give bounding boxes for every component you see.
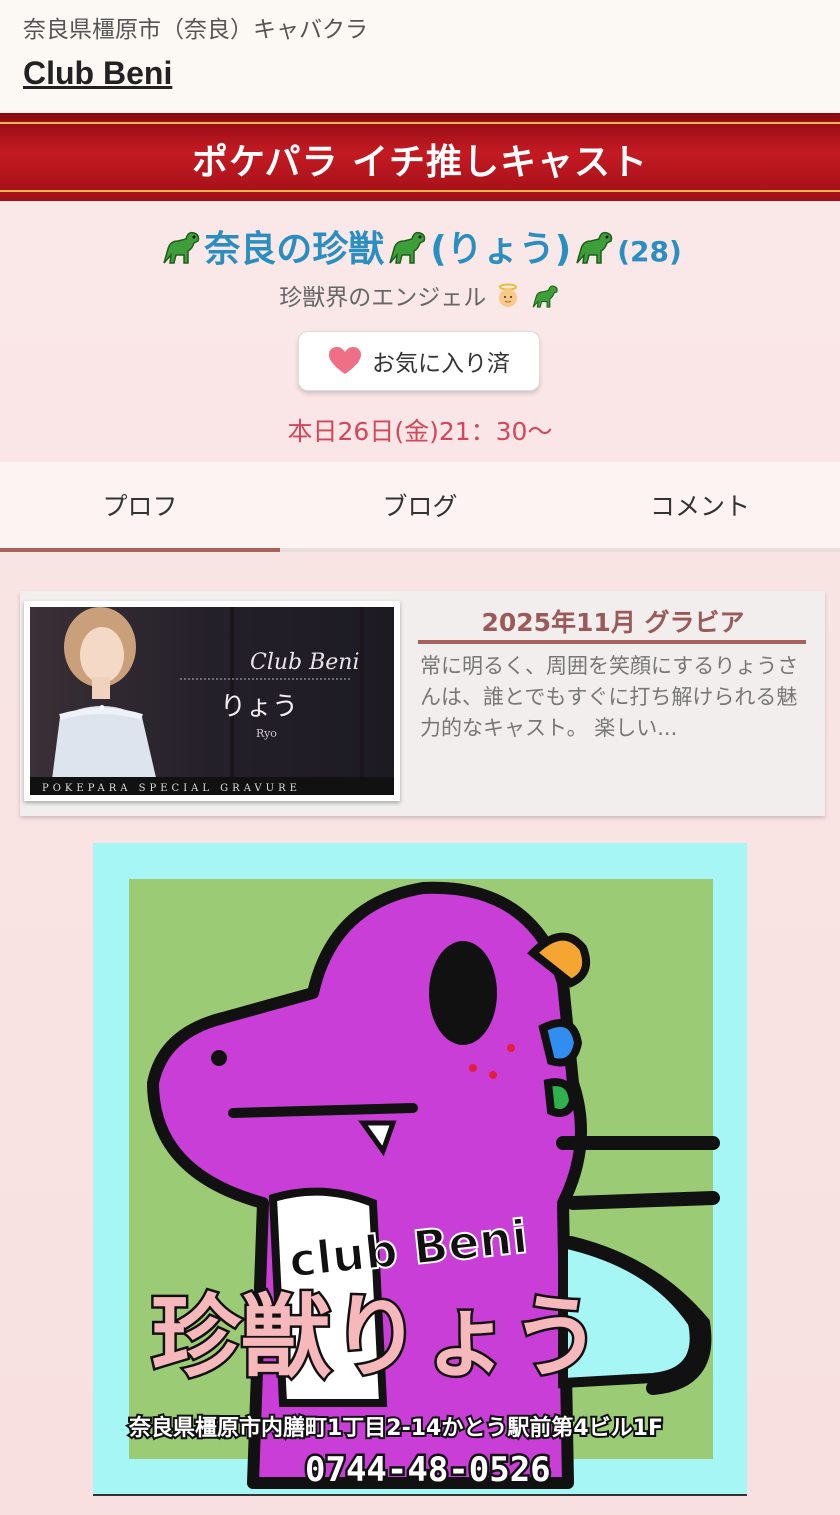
photo-club-text: Club Beni bbox=[250, 650, 360, 675]
cast-reading: (りょう) bbox=[430, 229, 572, 270]
area-label: 奈良県橿原市（奈良）キャバクラ bbox=[23, 17, 368, 43]
poster-name-text: 珍獣りょう bbox=[151, 1285, 601, 1390]
gravure-photo-image: Club Beni りょう Ryo POKEPARA SPECIAL GRAVU… bbox=[30, 607, 394, 795]
site-header: 奈良県橿原市（奈良）キャバクラ Club Beni bbox=[0, 0, 840, 113]
profile-tabs: プロフ ブログ コメント bbox=[0, 462, 840, 552]
angel-icon bbox=[494, 282, 522, 316]
cast-poster-image: club Beni 珍獣りょう 奈良県橿原市内膳町1丁目2-14かとう駅前第4ビ… bbox=[93, 843, 747, 1495]
tab-comment[interactable]: コメント bbox=[560, 462, 840, 548]
poster-bottom-border bbox=[93, 1494, 747, 1496]
gravure-description: 常に明るく、周囲を笑顔にするりょうさんは、誰とでもすぐに打ち解けられる魅力的なキ… bbox=[420, 654, 799, 740]
gravure-title-rule bbox=[418, 640, 806, 644]
banner-gold-line-bottom bbox=[0, 190, 840, 192]
banner-gold-line-top bbox=[0, 122, 840, 124]
cast-name: 奈良の珍獣 (りょう) (28) bbox=[0, 220, 840, 276]
gravure-photo[interactable]: Club Beni りょう Ryo POKEPARA SPECIAL GRAVU… bbox=[24, 601, 400, 801]
photo-footer-text: POKEPARA SPECIAL GRAVURE bbox=[42, 783, 301, 794]
tab-blog[interactable]: ブログ bbox=[280, 462, 560, 548]
gravure-title[interactable]: 2025年11月 グラビア bbox=[418, 603, 808, 639]
dinosaur-icon bbox=[571, 227, 617, 276]
catchphrase-text: 珍獣界のエンジェル bbox=[279, 285, 487, 311]
heart-icon bbox=[329, 347, 361, 374]
photo-roman-text: Ryo bbox=[256, 727, 277, 740]
dinosaur-icon bbox=[384, 227, 430, 276]
banner-title: ポケパラ イチ推しキャスト bbox=[191, 142, 649, 183]
dinosaur-icon bbox=[158, 227, 204, 276]
cast-age: (28) bbox=[617, 235, 682, 268]
tab-profile[interactable]: プロフ bbox=[0, 462, 280, 548]
dinosaur-icon bbox=[529, 282, 561, 316]
photo-name-text: りょう bbox=[220, 692, 298, 722]
gravure-card[interactable]: Club Beni りょう Ryo POKEPARA SPECIAL GRAVU… bbox=[20, 591, 825, 816]
favorite-button[interactable]: お気に入り済 bbox=[298, 331, 540, 391]
cast-name-text: 奈良の珍獣 bbox=[204, 229, 385, 270]
tab-active-indicator bbox=[0, 548, 280, 552]
poster-address-text: 奈良県橿原市内膳町1丁目2-14かとう駅前第4ビル1F bbox=[128, 1415, 663, 1441]
cast-catchphrase: 珍獣界のエンジェル bbox=[0, 278, 840, 316]
tab-underline bbox=[0, 548, 840, 552]
poster-phone-text: 0744-48-0526 bbox=[305, 1450, 551, 1490]
favorite-label: お気に入り済 bbox=[372, 351, 510, 377]
shop-name-link[interactable]: Club Beni bbox=[23, 55, 172, 92]
schedule-text: 本日26日(金)21：30～ bbox=[287, 417, 553, 446]
recommend-banner: ポケパラ イチ推しキャスト bbox=[0, 113, 840, 201]
